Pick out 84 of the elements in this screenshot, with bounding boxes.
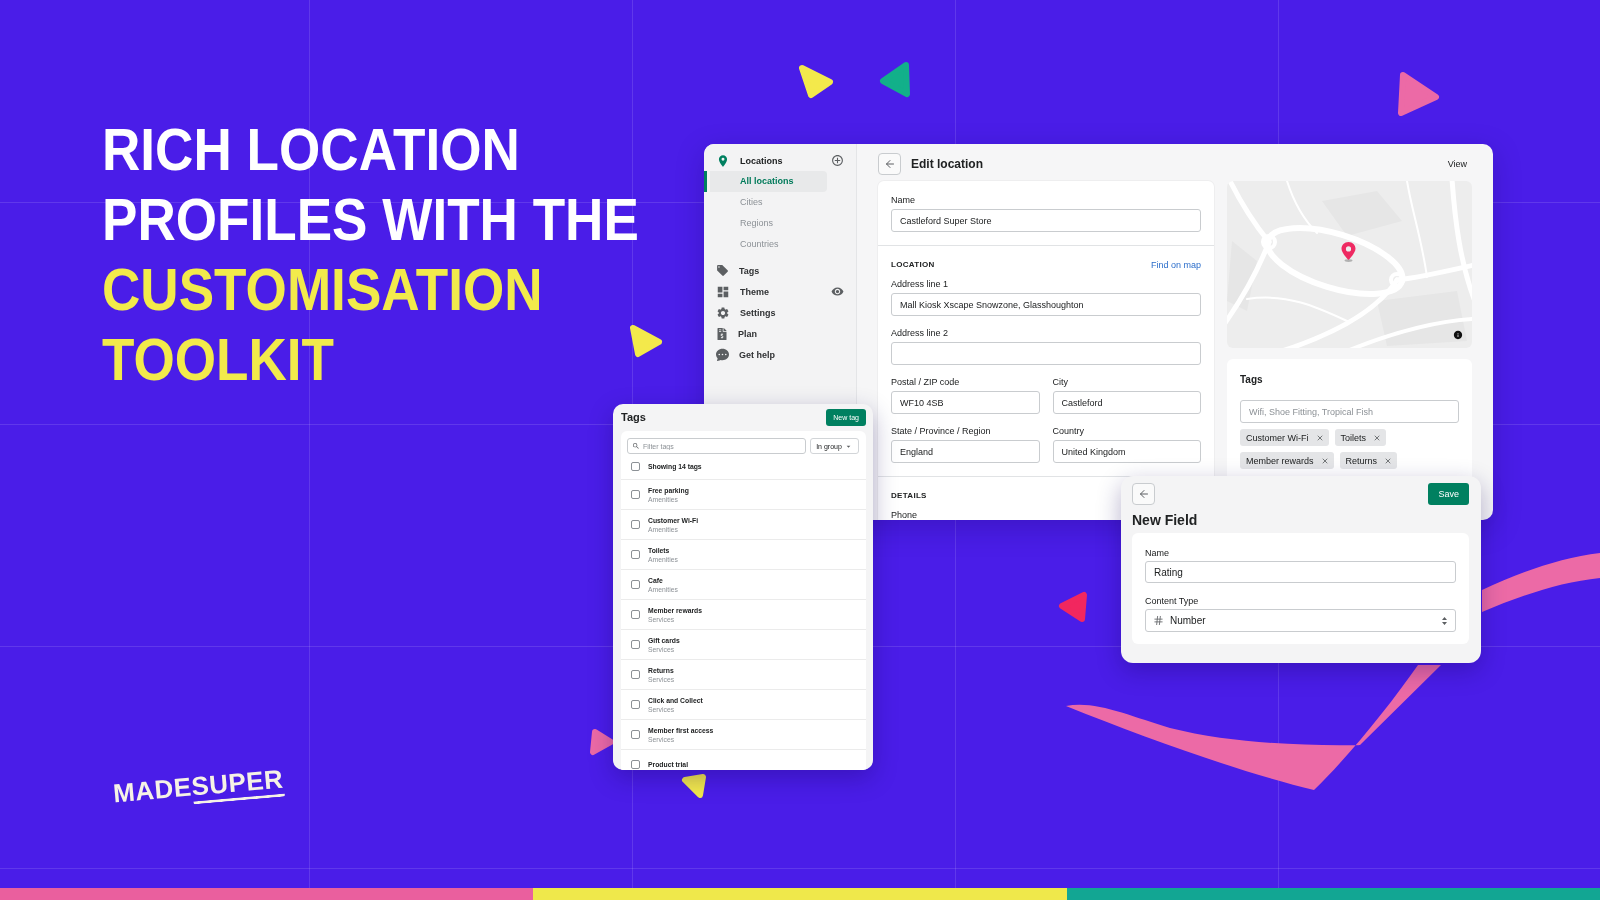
add-icon[interactable] [831, 154, 844, 167]
text-field[interactable]: WF10 4SB [891, 391, 1040, 414]
checkbox[interactable] [631, 490, 640, 499]
text-field[interactable]: Rating [1145, 561, 1456, 583]
headline-text: RICH LOCATION [102, 115, 520, 185]
back-arrow-icon [883, 158, 896, 170]
checkbox[interactable] [631, 610, 640, 619]
triangle-shape [590, 729, 614, 755]
field-label: Name [891, 194, 915, 206]
tag-label: Member rewards [1246, 455, 1314, 466]
settings-icon [716, 305, 730, 320]
dollar-document-icon [716, 327, 728, 340]
back-button[interactable] [878, 153, 901, 175]
checkbox[interactable] [631, 580, 640, 589]
field-label: State / Province / Region [891, 425, 991, 437]
close-icon[interactable] [1315, 433, 1324, 442]
info-icon[interactable] [1453, 330, 1463, 340]
text-field[interactable]: United Kingdom [1052, 440, 1201, 463]
card-title: Tags [1240, 373, 1263, 386]
field-label: Address line 2 [891, 327, 949, 339]
search-icon [632, 442, 640, 450]
sidebar-item[interactable]: Locations [716, 153, 783, 168]
page-title: Edit location [911, 157, 983, 171]
triangle-shape [682, 774, 706, 798]
chat-icon [716, 348, 729, 361]
field-label: Name [1145, 547, 1169, 559]
map-pin-icon [1341, 242, 1356, 262]
close-icon[interactable] [1384, 456, 1393, 465]
text-field[interactable]: Mall Kiosk Xscape Snowzone, Glasshoughton [891, 293, 1201, 316]
field-label: Content Type [1145, 595, 1199, 607]
sidebar-item[interactable]: Tags [716, 264, 760, 277]
back-button[interactable] [1132, 483, 1155, 505]
field-label: Country [1052, 425, 1084, 437]
tag-label: Returns [1345, 455, 1378, 466]
sidebar-subitem[interactable]: All locations [704, 171, 827, 192]
close-icon[interactable] [1320, 456, 1329, 465]
text-field[interactable]: Castleford Super Store [891, 209, 1201, 232]
save-button[interactable]: Save [1428, 483, 1469, 505]
sidebar-item[interactable]: Theme [716, 284, 769, 299]
tag-label: Toilets [1340, 432, 1366, 443]
checkbox[interactable] [631, 640, 640, 649]
section-heading: LOCATION [891, 259, 935, 271]
checkbox[interactable] [631, 730, 640, 739]
panel-title: Tags [621, 411, 646, 423]
checkbox[interactable] [631, 760, 640, 769]
text-field[interactable]: Castleford [1052, 391, 1201, 414]
close-icon[interactable] [1373, 433, 1381, 442]
triangle-shape [799, 65, 833, 98]
checkbox[interactable] [631, 670, 640, 679]
select-field[interactable]: Number [1145, 609, 1456, 632]
text-field[interactable] [891, 342, 1201, 365]
headline-text: PROFILES WITH THE [102, 185, 639, 255]
up-down-icon [1442, 616, 1447, 625]
triangle-shape [1059, 592, 1087, 622]
triangle-shape [880, 62, 910, 97]
field-label: Address line 1 [891, 278, 949, 290]
pin-icon [716, 153, 730, 168]
headline-text: TOOLKIT [102, 325, 335, 395]
panel-title: New Field [1132, 511, 1198, 529]
headline-text: CUSTOMISATION [102, 255, 543, 325]
checkbox[interactable] [631, 700, 640, 709]
sidebar-item[interactable]: Get help [716, 348, 775, 361]
map-link[interactable]: Find on map [1150, 259, 1201, 271]
checkbox[interactable] [631, 462, 640, 471]
triangle-shape [1398, 72, 1439, 116]
field-label: Phone [891, 509, 918, 520]
back-arrow-icon [1137, 488, 1150, 500]
hash-icon [1153, 615, 1164, 626]
checkbox[interactable] [631, 520, 640, 529]
tag-label: Customer Wi-Fi [1246, 432, 1309, 443]
dashboard-icon [716, 284, 730, 299]
logo: MADE SUPER [111, 763, 285, 811]
sidebar-item[interactable]: Plan [716, 327, 757, 340]
field-label: Postal / ZIP code [891, 376, 960, 388]
text-field[interactable]: England [891, 440, 1040, 463]
sidebar-item[interactable]: Settings [716, 305, 776, 320]
view-link[interactable]: View [1447, 159, 1467, 169]
tag-input[interactable]: Wifi, Shoe Fitting, Tropical Fish [1240, 400, 1459, 423]
checkbox[interactable] [631, 550, 640, 559]
tag-icon [716, 264, 729, 277]
eye-icon[interactable] [831, 285, 844, 298]
section-heading: DETAILS [891, 490, 927, 502]
triangle-shape [630, 325, 662, 357]
field-label: City [1052, 376, 1068, 388]
